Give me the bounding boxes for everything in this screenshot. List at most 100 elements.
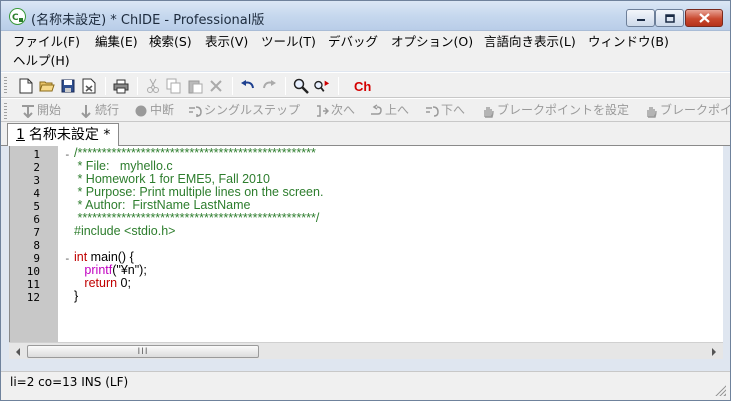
debug-continue-button[interactable]: 続行 (79, 102, 119, 119)
debug-toolbar: 開始 続行 中断 シングルステップ 次へ 上へ 下へ ブレークポイントを設定 ブ… (1, 98, 731, 122)
scrollbar-thumb[interactable]: III (27, 345, 259, 358)
cursor-status: li=2 co=13 INS (LF) (10, 375, 129, 389)
step-down-icon (426, 105, 439, 117)
debug-break-label: 中断 (150, 103, 175, 117)
menu-search[interactable]: 検索(S) (149, 33, 192, 51)
new-file-icon[interactable] (18, 78, 34, 94)
menu-help[interactable]: ヘルプ(H) (13, 52, 70, 70)
debug-down-label: 下へ (441, 103, 466, 117)
menu-file[interactable]: ファイル(F) (13, 33, 80, 51)
tab-untitled[interactable]: 1 名称未設定 * (7, 123, 120, 146)
copy-icon[interactable] (166, 78, 182, 94)
menu-edit[interactable]: 編集(E) (95, 33, 138, 51)
breakpoint-list-button[interactable]: ブレークポイ (644, 102, 731, 119)
debug-single-step-button[interactable]: シングルステップ (188, 102, 300, 119)
line-number: 2 (33, 161, 40, 174)
chide-app-icon[interactable]: C (9, 8, 26, 25)
minimize-button[interactable] (626, 9, 655, 27)
menu-language[interactable]: 言語向き表示(L) (484, 33, 576, 51)
toolbar-separator (232, 77, 233, 95)
menu-bar: ファイル(F) 編集(E) 検索(S) 表示(V) ツール(T) デバッグ オプ… (1, 31, 730, 71)
keyword-int: int (74, 250, 88, 264)
debug-start-label: 開始 (37, 103, 62, 117)
hand-icon (484, 106, 494, 118)
code-line-return: return 0; (84, 276, 131, 290)
function-printf: printf (84, 263, 113, 277)
save-as-icon[interactable] (81, 78, 97, 94)
stop-circle-icon (135, 105, 147, 116)
document-tab-bar: 1 名称未設定 * (1, 122, 730, 146)
find-icon[interactable] (293, 78, 309, 94)
undo-icon[interactable] (240, 78, 256, 94)
line-number: 4 (33, 187, 40, 200)
line-number-gutter: 1 2 3 4 5 6 7 8 9 10 11 12 (10, 146, 58, 342)
open-folder-icon[interactable] (39, 78, 55, 94)
resize-grip-icon[interactable] (714, 384, 726, 396)
line-number: 5 (33, 200, 40, 213)
toolbar-separator (105, 77, 106, 95)
continue-arrow-icon (81, 104, 91, 118)
toolbar-separator (285, 77, 286, 95)
svg-text:Ch: Ch (354, 79, 371, 94)
delete-icon[interactable] (208, 78, 224, 94)
paste-icon[interactable] (187, 78, 203, 94)
tab-label: 名称未設定 * (28, 127, 111, 143)
set-breakpoint-label: ブレークポイントを設定 (497, 103, 630, 117)
window-title: (名称未設定) * ChIDE - Professional版 (31, 13, 265, 28)
debug-start-button[interactable]: 開始 (21, 102, 61, 119)
debug-single-step-label: シングルステップ (204, 103, 301, 117)
cut-icon[interactable] (145, 78, 161, 94)
menu-view[interactable]: 表示(V) (205, 33, 248, 51)
save-icon[interactable] (60, 78, 76, 94)
code-editor[interactable]: 1 2 3 4 5 6 7 8 9 10 11 12 - - /********… (9, 146, 723, 342)
breakpoint-list-label: ブレークポイ (660, 103, 731, 117)
ch-run-icon[interactable]: Ch (353, 78, 373, 94)
close-button[interactable] (685, 9, 723, 27)
menu-tools[interactable]: ツール(T) (261, 33, 316, 51)
keyword-return: return (84, 276, 118, 290)
scroll-left-arrow-icon[interactable] (10, 344, 26, 359)
line-number: 8 (33, 239, 40, 252)
step-icon (189, 105, 202, 117)
line-number: 9 (33, 252, 40, 265)
line-number: 6 (33, 213, 40, 226)
debug-next-button[interactable]: 次へ (315, 102, 355, 119)
hand-icon (647, 106, 657, 118)
menu-options[interactable]: オプション(O) (391, 33, 473, 51)
debug-up-button[interactable]: 上へ (369, 102, 409, 119)
debug-continue-label: 続行 (95, 103, 120, 117)
maximize-button[interactable] (655, 9, 684, 27)
app-window: C (名称未設定) * ChIDE - Professional版 ファイル(F… (0, 0, 731, 401)
code-line: } (74, 289, 79, 303)
replace-icon[interactable] (314, 78, 330, 94)
scroll-right-arrow-icon[interactable] (706, 344, 722, 359)
redo-icon[interactable] (261, 78, 277, 94)
step-up-icon (371, 103, 382, 115)
menu-debug[interactable]: デバッグ (328, 33, 378, 51)
tab-number: 1 (16, 127, 25, 143)
title-bar: C (名称未設定) * ChIDE - Professional版 (1, 1, 730, 31)
line-number: 7 (33, 226, 40, 239)
thumb-grip-icon: III (137, 346, 149, 357)
fold-marker-icon[interactable]: - (64, 148, 71, 161)
debug-down-button[interactable]: 下へ (425, 102, 465, 119)
set-breakpoint-button[interactable]: ブレークポイントを設定 (481, 102, 629, 119)
string-literal: ¥n (120, 263, 135, 277)
svg-text:C: C (12, 13, 19, 23)
toolbar-grip[interactable] (4, 77, 7, 94)
fold-marker-icon[interactable]: - (64, 252, 71, 265)
line-number: 1 (33, 148, 40, 161)
standard-toolbar: Ch (1, 72, 730, 98)
print-icon[interactable] (113, 78, 129, 94)
debug-next-label: 次へ (331, 103, 356, 117)
toolbar-separator (137, 77, 138, 95)
toolbar-grip[interactable] (4, 103, 7, 120)
code-line: #include <stdio.h> (74, 224, 176, 238)
line-number: 3 (33, 174, 40, 187)
toolbar-separator (338, 77, 339, 95)
status-bar: li=2 co=13 INS (LF) (1, 371, 730, 400)
debug-break-button[interactable]: 中断 (134, 102, 174, 119)
horizontal-scrollbar[interactable]: III (9, 342, 723, 359)
menu-window[interactable]: ウィンドウ(B) (588, 33, 669, 51)
line-number: 12 (26, 291, 40, 304)
